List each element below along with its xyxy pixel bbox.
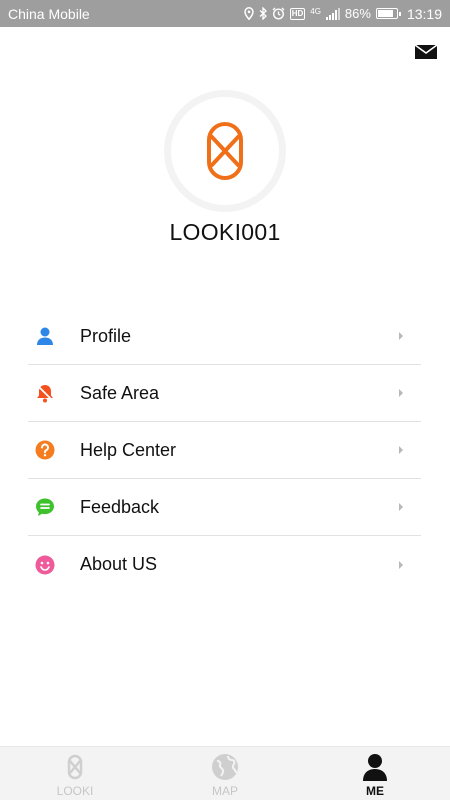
bottom-nav: LOOKI MAP ME — [0, 746, 450, 800]
network-type: 4G — [310, 6, 321, 16]
tab-me[interactable]: ME — [300, 747, 450, 800]
looki-logo-icon — [207, 122, 243, 180]
menu-item-label: About US — [80, 554, 158, 574]
chevron-right-icon — [399, 503, 403, 511]
tab-label: MAP — [211, 784, 238, 798]
chevron-right-icon — [399, 560, 403, 569]
person-icon — [360, 752, 390, 782]
menu-item-about-us[interactable]: About US — [28, 536, 421, 593]
status-icons: HD 4G 86% 13:19 — [243, 5, 442, 22]
username: LOOKI001 — [169, 219, 281, 245]
bell-icon — [34, 382, 56, 404]
menu-item-label: Feedback — [80, 496, 160, 517]
chevron-right-icon — [399, 332, 403, 340]
alarm-icon — [272, 7, 285, 20]
menu-item-feedback[interactable]: Feedback — [28, 479, 421, 536]
signal-icon — [325, 7, 340, 20]
battery-percent: 86% — [344, 6, 371, 21]
tab-map[interactable]: MAP — [150, 747, 300, 800]
menu-item-profile[interactable]: Profile — [28, 308, 421, 365]
menu-item-safe-area[interactable]: Safe Area — [28, 365, 421, 422]
hd-badge: HD — [289, 7, 306, 20]
menu-item-label: Help Center — [80, 439, 177, 460]
location-icon — [243, 7, 254, 20]
avatar-inner — [171, 97, 279, 205]
globe-icon — [210, 752, 240, 782]
chevron-right-icon — [399, 389, 403, 397]
tab-label: ME — [366, 784, 384, 798]
menu-item-help-center[interactable]: Help Center — [28, 422, 421, 479]
chat-icon — [34, 496, 56, 518]
looki-icon — [60, 752, 90, 782]
status-bar: China Mobile HD 4G 86% 13:19 — [0, 0, 450, 27]
tab-label: LOOKI — [56, 784, 94, 798]
bluetooth-icon — [259, 7, 267, 20]
envelope-icon — [414, 44, 438, 59]
avatar[interactable] — [164, 90, 286, 212]
mail-button[interactable] — [414, 42, 438, 62]
clock: 13:19 — [406, 5, 442, 22]
menu-item-label: Profile — [80, 325, 132, 346]
tab-looki[interactable]: LOOKI — [0, 747, 150, 800]
battery-icon — [375, 8, 401, 19]
settings-menu: Profile Safe Area Help Center Feedback A… — [28, 308, 421, 593]
question-icon — [34, 439, 56, 461]
smiley-icon — [34, 554, 56, 576]
menu-item-label: Safe Area — [80, 382, 160, 403]
person-icon — [34, 325, 56, 347]
carrier-name: China Mobile — [8, 5, 90, 22]
chevron-right-icon — [399, 446, 403, 454]
